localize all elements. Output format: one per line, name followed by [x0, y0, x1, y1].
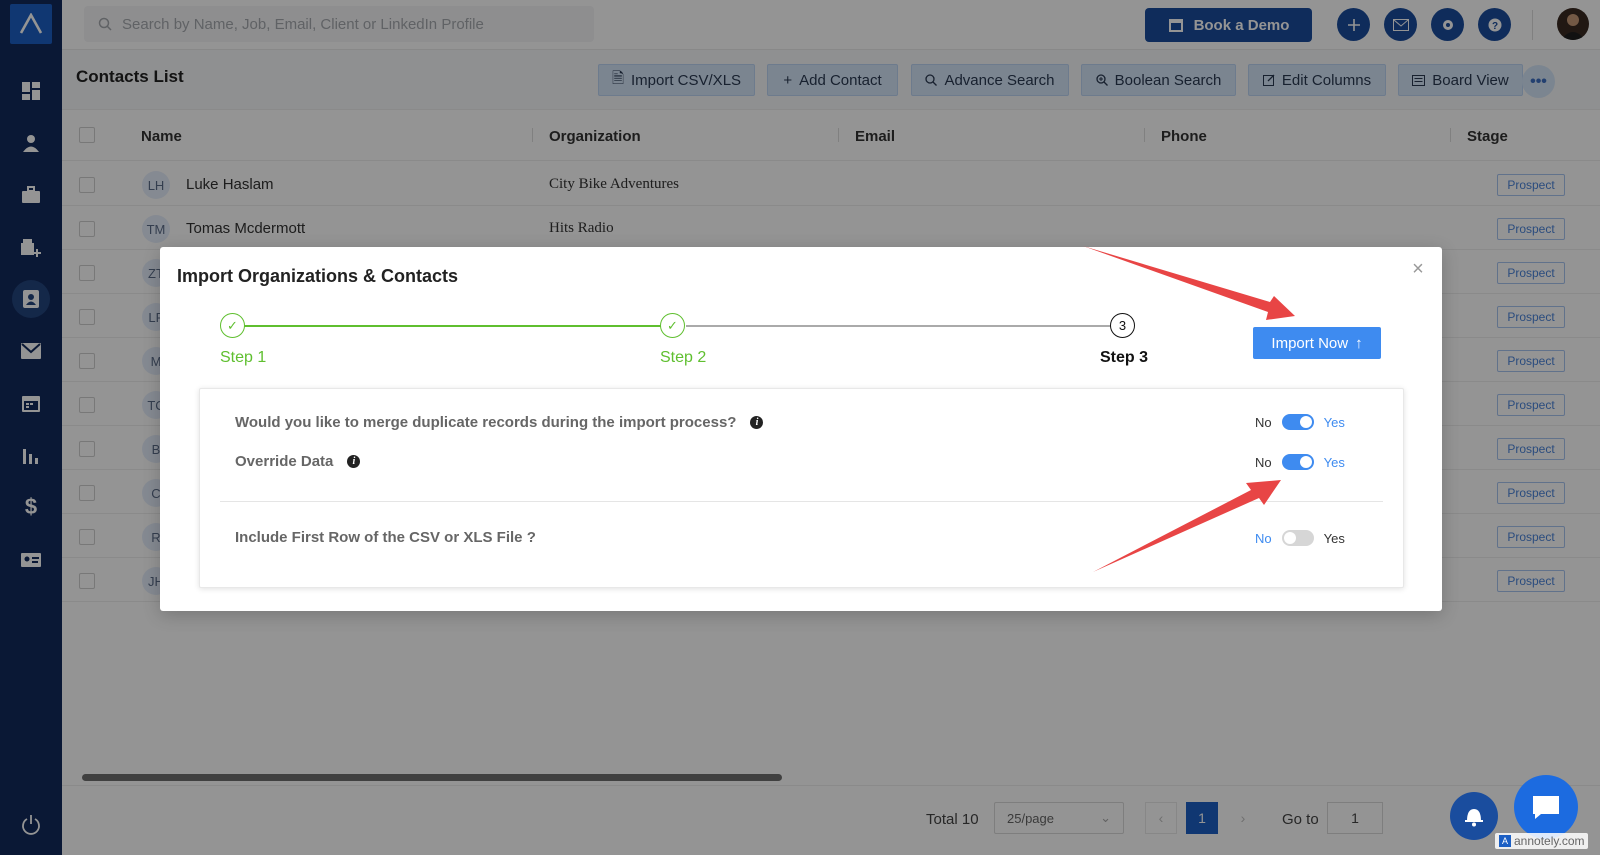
- toggle-yes-label: Yes: [1323, 414, 1345, 430]
- include-first-row-toggle-group: No Yes: [1255, 530, 1345, 546]
- step-1-label: Step 1: [220, 349, 267, 366]
- toggle-no-label: No: [1255, 454, 1272, 470]
- modal-title: Import Organizations & Contacts: [177, 266, 459, 286]
- divider: [220, 501, 1383, 502]
- import-now-label: Import Now: [1271, 334, 1349, 352]
- include-first-row-toggle[interactable]: [1281, 530, 1314, 546]
- import-options-card: Would you like to merge duplicate record…: [199, 388, 1404, 588]
- merge-duplicates-option: Would you like to merge duplicate record…: [235, 414, 764, 431]
- include-first-row-option: Include First Row of the CSV or XLS File…: [235, 529, 536, 546]
- merge-duplicates-toggle[interactable]: [1281, 414, 1314, 430]
- info-icon[interactable]: i: [347, 455, 361, 468]
- chat-button[interactable]: [1514, 775, 1578, 839]
- override-data-toggle[interactable]: [1281, 454, 1314, 470]
- step-connector-pending: [686, 325, 1113, 327]
- toggle-no-label: No: [1255, 414, 1272, 430]
- import-modal: Import Organizations & Contacts × ✓ ✓ 3 …: [160, 247, 1442, 611]
- override-data-label: Override Data: [235, 453, 334, 470]
- close-icon[interactable]: ×: [1408, 259, 1428, 279]
- include-first-row-label: Include First Row of the CSV or XLS File…: [235, 529, 536, 546]
- arrow-up-icon: ↑: [1355, 334, 1363, 352]
- toggle-no-label: No: [1255, 530, 1272, 546]
- step-connector-done: [244, 325, 664, 327]
- step-3-label: Step 3: [1100, 349, 1149, 366]
- toggle-yes-label: Yes: [1323, 454, 1345, 470]
- info-icon[interactable]: i: [750, 416, 764, 429]
- merge-duplicates-toggle-group: No Yes: [1255, 414, 1345, 430]
- override-data-toggle-group: No Yes: [1255, 454, 1345, 470]
- bell-icon: [1465, 809, 1483, 827]
- step-1-check-icon: ✓: [220, 313, 245, 338]
- watermark-text: annotely.com: [1514, 834, 1585, 848]
- step-2-check-icon: ✓: [660, 313, 685, 338]
- annotely-logo-icon: A: [1499, 835, 1511, 847]
- step-3-indicator: 3: [1110, 313, 1135, 338]
- step-2-label: Step 2: [660, 349, 707, 366]
- import-now-button[interactable]: Import Now ↑: [1253, 327, 1381, 359]
- chat-icon: [1533, 796, 1559, 819]
- merge-duplicates-label: Would you like to merge duplicate record…: [235, 414, 737, 431]
- notifications-button[interactable]: [1450, 792, 1498, 840]
- toggle-yes-label: Yes: [1323, 530, 1345, 546]
- override-data-option: Override Data i: [235, 453, 361, 470]
- watermark: A annotely.com: [1495, 833, 1589, 849]
